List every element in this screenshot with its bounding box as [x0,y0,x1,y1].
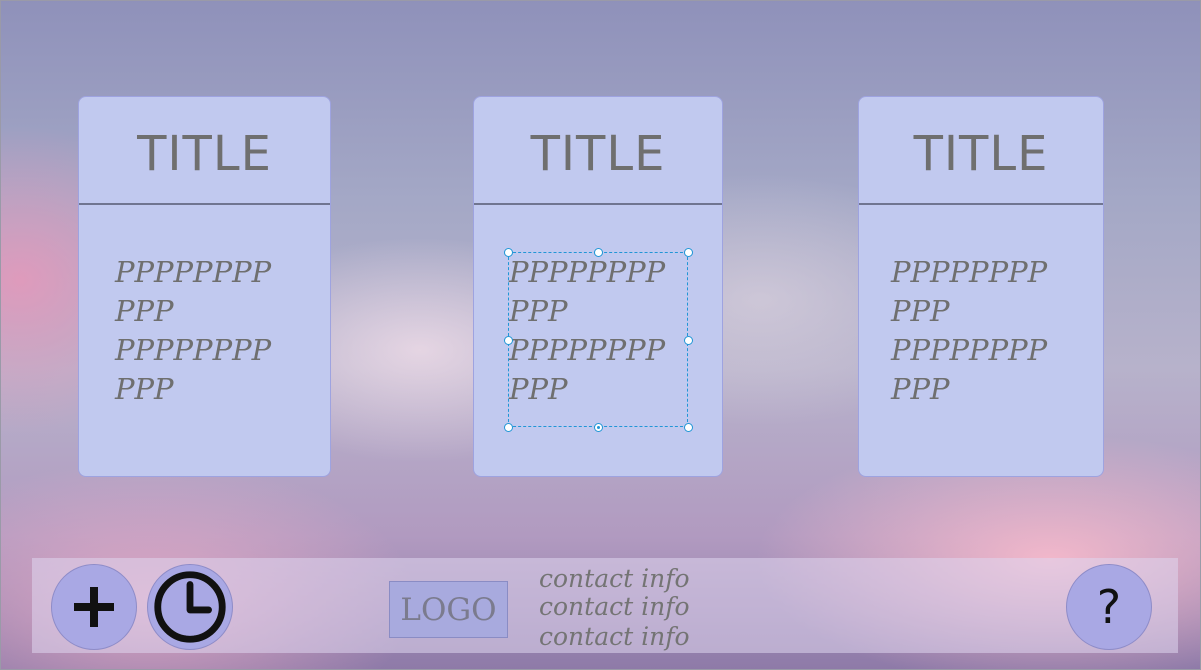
resize-handle-bottom-right[interactable] [684,423,693,432]
resize-handle-top[interactable] [594,248,603,257]
plus-icon [74,587,114,627]
resize-handle-right[interactable] [684,336,693,345]
contact-info-line: contact info [539,564,690,593]
card-body-text: PPPPPPPP PPP PPPPPPPP PPP [891,255,1048,406]
card-title: TITLE [530,126,666,182]
card-body-text: PPPPPPPP PPP PPPPPPPP PPP [115,255,272,406]
contact-info-line: contact info [539,622,690,651]
card-title: TITLE [137,126,272,182]
card-title: TITLE [913,126,1049,182]
clock-icon [154,571,226,643]
logo: LOGO [389,581,508,638]
add-button[interactable] [51,564,137,650]
card-3[interactable]: TITLE PPPPPPPP PPP PPPPPPPP PPP [858,96,1104,477]
history-button[interactable] [147,564,233,650]
rotate-handle[interactable] [594,423,603,432]
resize-handle-bottom-left[interactable] [504,423,513,432]
resize-handle-top-left[interactable] [504,248,513,257]
resize-handle-top-right[interactable] [684,248,693,257]
help-button[interactable]: ? [1066,564,1152,650]
text-selection-box[interactable] [504,248,693,432]
resize-handle-left[interactable] [504,336,513,345]
card-header: TITLE [859,97,1103,205]
card-1[interactable]: TITLE PPPPPPPP PPP PPPPPPPP PPP [78,96,331,477]
contact-info-line: contact info [539,592,690,621]
card-header: TITLE [474,97,722,205]
help-label: ? [1096,580,1122,634]
card-header: TITLE [79,97,330,205]
